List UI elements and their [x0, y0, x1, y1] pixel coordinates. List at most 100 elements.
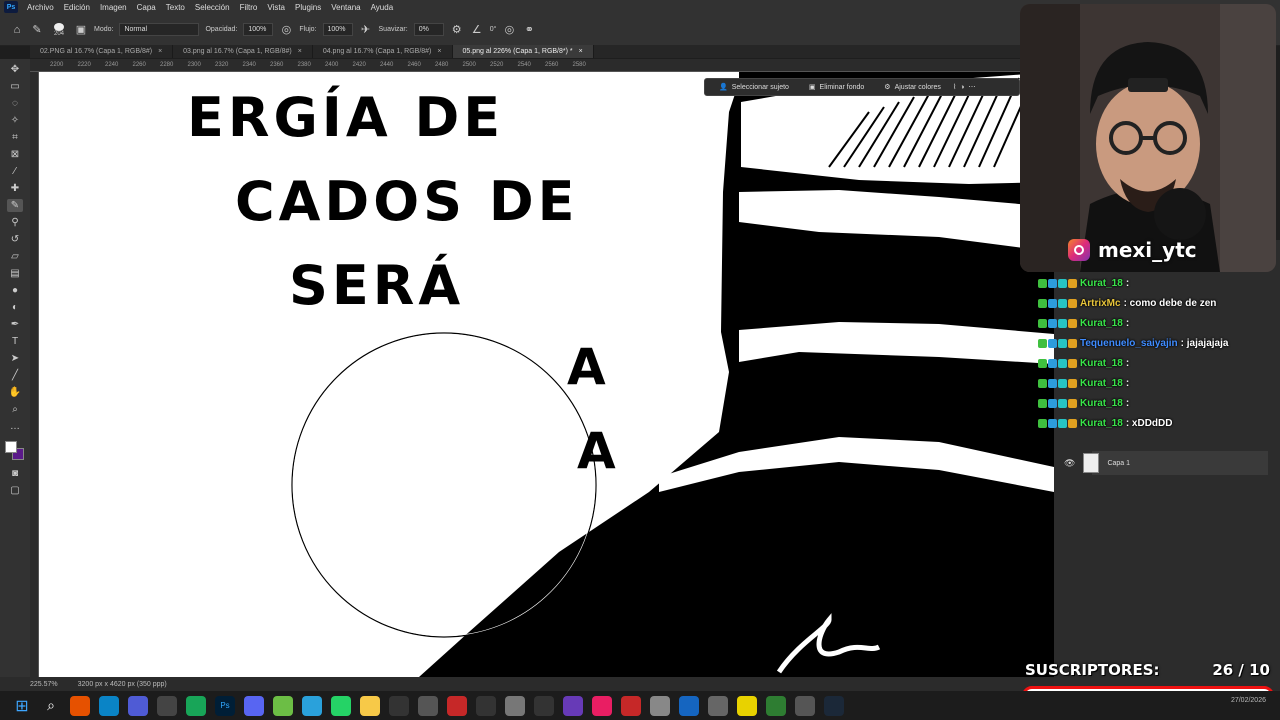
menu-capa[interactable]: Capa	[132, 3, 161, 12]
pressure-size-icon[interactable]: ◎	[502, 23, 516, 37]
lasso-icon[interactable]: ⌇	[953, 83, 956, 91]
path-select-icon[interactable]: ➤	[7, 352, 23, 365]
app-icon[interactable]	[563, 695, 583, 716]
app-icon[interactable]	[737, 695, 757, 716]
menu-imagen[interactable]: Imagen	[95, 3, 132, 12]
windows-icon[interactable]: ⊞	[12, 696, 32, 716]
v-icon[interactable]	[128, 695, 148, 716]
app-icon[interactable]	[505, 695, 525, 716]
gear-icon[interactable]: ⚙	[450, 23, 464, 37]
visibility-eye-icon[interactable]: 👁	[1064, 458, 1075, 469]
app-icon[interactable]	[418, 695, 438, 716]
foreground-color-swatch[interactable]	[5, 441, 17, 453]
app-icon[interactable]	[476, 695, 496, 716]
move-tool-icon[interactable]: ✥	[7, 63, 23, 76]
edge-icon[interactable]	[99, 695, 119, 716]
telegram-icon[interactable]	[302, 695, 322, 716]
app-icon[interactable]	[389, 695, 409, 716]
brush-tool-icon[interactable]: ✎	[30, 23, 44, 37]
remove-background-button[interactable]: ▣ Eliminar fondo	[801, 83, 872, 92]
crop-tool-icon[interactable]: ⌗	[7, 131, 23, 144]
menu-edicion[interactable]: Edición	[59, 3, 95, 12]
dodge-icon[interactable]: ◐	[7, 301, 23, 314]
close-icon[interactable]: ×	[158, 48, 162, 55]
app-icon[interactable]	[679, 695, 699, 716]
close-icon[interactable]: ×	[579, 48, 583, 55]
eyedropper-icon[interactable]: ⁄	[7, 165, 23, 178]
brush-preset-icon[interactable]: 204	[50, 22, 68, 37]
menu-vista[interactable]: Vista	[262, 3, 290, 12]
layer-name[interactable]: Capa 1	[1107, 460, 1130, 467]
symmetry-icon[interactable]: ⚭	[522, 23, 536, 37]
layer-row[interactable]: 👁 Capa 1	[1064, 451, 1268, 475]
menu-archivo[interactable]: Archivo	[22, 3, 59, 12]
menu-ayuda[interactable]: Ayuda	[366, 3, 399, 12]
type-tool-icon[interactable]: T	[7, 335, 23, 348]
discord-icon[interactable]	[244, 695, 264, 716]
more-tools-icon[interactable]: …	[7, 420, 23, 433]
photoshop-logo-icon[interactable]: Ps	[4, 1, 18, 13]
screen-mode-icon[interactable]: ▢	[7, 484, 23, 497]
menu-texto[interactable]: Texto	[161, 3, 190, 12]
zoom-level[interactable]: 225.57%	[30, 681, 58, 688]
app-icon[interactable]	[447, 695, 467, 716]
clone-stamp-icon[interactable]: ⚲	[7, 216, 23, 229]
app-icon[interactable]	[650, 695, 670, 716]
select-subject-button[interactable]: 👤 Seleccionar sujeto	[711, 83, 797, 92]
blur-icon[interactable]: ●	[7, 284, 23, 297]
menu-ventana[interactable]: Ventana	[326, 3, 365, 12]
flow-field[interactable]: 100%	[322, 23, 353, 36]
menu-plugins[interactable]: Plugins	[290, 3, 326, 12]
pressure-opacity-icon[interactable]: ◎	[279, 23, 293, 37]
tab-02[interactable]: 02.PNG al 16.7% (Capa 1, RGB/8#) ×	[30, 45, 174, 58]
healing-brush-icon[interactable]: ✚	[7, 182, 23, 195]
brave-icon[interactable]	[70, 695, 90, 716]
tab-03[interactable]: 03.png al 16.7% (Capa 1, RGB/8#) ×	[173, 45, 313, 58]
color-swatches[interactable]	[5, 441, 25, 463]
history-brush-icon[interactable]: ↺	[7, 233, 23, 246]
folder-icon[interactable]	[360, 695, 380, 716]
search-icon[interactable]: ⌕	[41, 696, 61, 716]
pen-tool-icon[interactable]: ✒	[7, 318, 23, 331]
adjust-colors-button[interactable]: ⚙ Ajustar colores	[876, 83, 949, 92]
tab-05[interactable]: 05.png al 226% (Capa 1, RGB/8*) * ×	[452, 45, 594, 58]
whatsapp-icon[interactable]	[331, 695, 351, 716]
contrast-icon[interactable]: ◑	[960, 84, 964, 91]
app-icon[interactable]	[621, 695, 641, 716]
line-tool-icon[interactable]: ╱	[7, 369, 23, 382]
app-icon[interactable]	[708, 695, 728, 716]
brush-icon[interactable]: ✎	[7, 199, 23, 212]
quick-select-icon[interactable]: ✧	[7, 114, 23, 127]
steam-icon[interactable]	[824, 695, 844, 716]
photoshop-icon[interactable]: Ps	[215, 695, 235, 716]
quick-mask-icon[interactable]: ◙	[7, 467, 23, 480]
document-canvas[interactable]: ERGÍA DE CADOS DE SERÁ A A	[39, 72, 1054, 677]
frame-tool-icon[interactable]: ⊠	[7, 148, 23, 161]
hand-tool-icon[interactable]: ✋	[7, 386, 23, 399]
mode-select[interactable]: Normal	[119, 23, 200, 36]
close-icon[interactable]: ×	[298, 48, 302, 55]
zoom-tool-icon[interactable]: ⌕	[7, 403, 23, 416]
smooth-field[interactable]: 0%	[413, 23, 444, 36]
tab-04[interactable]: 04.png al 16.7% (Capa 1, RGB/8#) ×	[313, 45, 453, 58]
app-icon[interactable]	[795, 695, 815, 716]
app-icon[interactable]	[273, 695, 293, 716]
app-icon[interactable]	[766, 695, 786, 716]
menu-filtro[interactable]: Filtro	[235, 3, 263, 12]
gradient-icon[interactable]: ▤	[7, 267, 23, 280]
airbrush-icon[interactable]: ✈	[359, 23, 373, 37]
menu-seleccion[interactable]: Selección	[190, 3, 235, 12]
lasso-tool-icon[interactable]: ◌	[7, 97, 23, 110]
more-icon[interactable]: ⋯	[969, 83, 976, 91]
opacity-field[interactable]: 100%	[243, 23, 274, 36]
app-icon[interactable]	[534, 695, 554, 716]
app-icon[interactable]	[592, 695, 612, 716]
home-icon[interactable]: ⌂	[10, 23, 24, 37]
app-icon[interactable]	[186, 695, 206, 716]
app-icon[interactable]	[157, 695, 177, 716]
artboard-tool-icon[interactable]: ▭	[7, 80, 23, 93]
brush-settings-icon[interactable]: ▣	[74, 23, 88, 37]
close-icon[interactable]: ×	[437, 48, 441, 55]
angle-value[interactable]: 0°	[490, 26, 497, 33]
eraser-icon[interactable]: ▱	[7, 250, 23, 263]
